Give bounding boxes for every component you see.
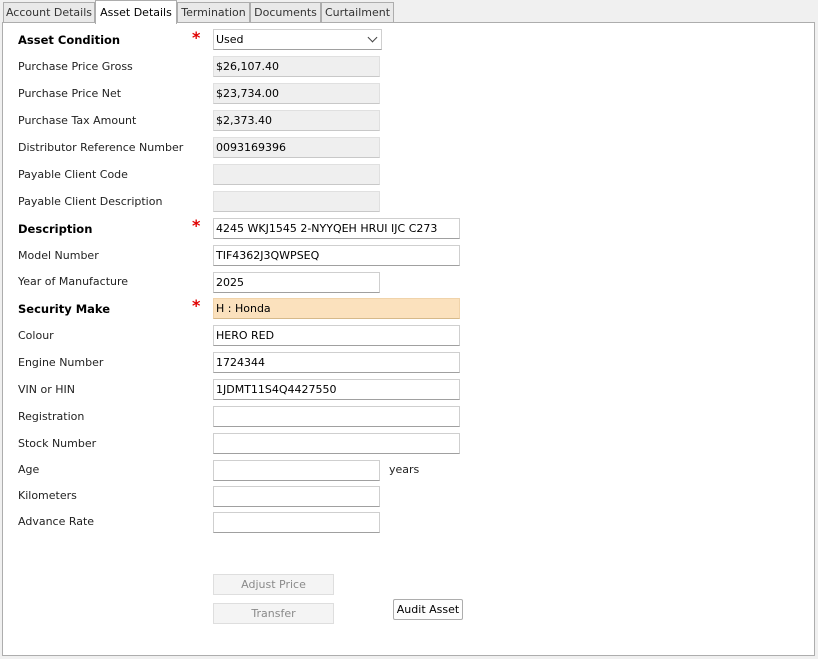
purchase-price-net-label: Purchase Price Net (18, 87, 122, 100)
payable-client-description-label: Payable Client Description (18, 195, 163, 208)
model-number-input[interactable]: TIF4362J3QWPSEQ (213, 245, 460, 266)
registration-label: Registration (18, 410, 85, 423)
asset-details-panel: Asset Condition * Used Purchase Price Gr… (2, 22, 815, 656)
required-indicator: * (192, 296, 201, 315)
vin-or-hin-input[interactable]: 1JDMT11S4Q4427550 (213, 379, 460, 400)
security-make-input[interactable]: H : Honda (213, 298, 460, 319)
tab-asset-details[interactable]: Asset Details (95, 0, 177, 24)
advance-rate-input[interactable] (213, 512, 380, 533)
colour-label: Colour (18, 329, 54, 342)
tab-termination[interactable]: Termination (177, 2, 250, 23)
tab-documents[interactable]: Documents (250, 2, 321, 23)
purchase-tax-amount-label: Purchase Tax Amount (18, 114, 137, 127)
purchase-price-gross-field: $26,107.40 (213, 56, 380, 77)
kilometers-input[interactable] (213, 486, 380, 507)
payable-client-code-label: Payable Client Code (18, 168, 128, 181)
asset-condition-label: Asset Condition (18, 33, 121, 47)
security-make-label: Security Make (18, 302, 111, 316)
model-number-label: Model Number (18, 249, 99, 262)
advance-rate-label: Advance Rate (18, 515, 95, 528)
stock-number-input[interactable] (213, 433, 460, 454)
payable-client-code-field (213, 164, 380, 185)
asset-condition-select[interactable]: Used (213, 29, 382, 50)
transfer-button[interactable]: Transfer (213, 603, 334, 624)
year-of-manufacture-input[interactable]: 2025 (213, 272, 380, 293)
colour-input[interactable]: HERO RED (213, 325, 460, 346)
distributor-reference-number-field: 0093169396 (213, 137, 380, 158)
registration-input[interactable] (213, 406, 460, 427)
asset-condition-value: Used (216, 33, 244, 46)
adjust-price-button[interactable]: Adjust Price (213, 574, 334, 595)
purchase-price-gross-label: Purchase Price Gross (18, 60, 133, 73)
age-input[interactable] (213, 460, 380, 481)
description-label: Description (18, 222, 93, 236)
audit-asset-button[interactable]: Audit Asset (393, 599, 463, 620)
year-of-manufacture-label: Year of Manufacture (18, 275, 129, 288)
engine-number-input[interactable]: 1724344 (213, 352, 460, 373)
required-indicator: * (192, 28, 201, 47)
age-unit-label: years (389, 463, 420, 476)
age-label: Age (18, 463, 40, 476)
tab-account-details[interactable]: Account Details (3, 2, 95, 23)
distributor-reference-number-label: Distributor Reference Number (18, 141, 184, 154)
description-input[interactable]: 4245 WKJ1545 2-NYYQEH HRUI IJC C273 (213, 218, 460, 239)
chevron-down-icon (367, 32, 378, 43)
purchase-price-net-field: $23,734.00 (213, 83, 380, 104)
required-indicator: * (192, 216, 201, 235)
tab-curtailment[interactable]: Curtailment (321, 2, 394, 23)
stock-number-label: Stock Number (18, 437, 97, 450)
kilometers-label: Kilometers (18, 489, 77, 502)
purchase-tax-amount-field: $2,373.40 (213, 110, 380, 131)
vin-or-hin-label: VIN or HIN (18, 383, 75, 396)
engine-number-label: Engine Number (18, 356, 104, 369)
payable-client-description-field (213, 191, 380, 212)
